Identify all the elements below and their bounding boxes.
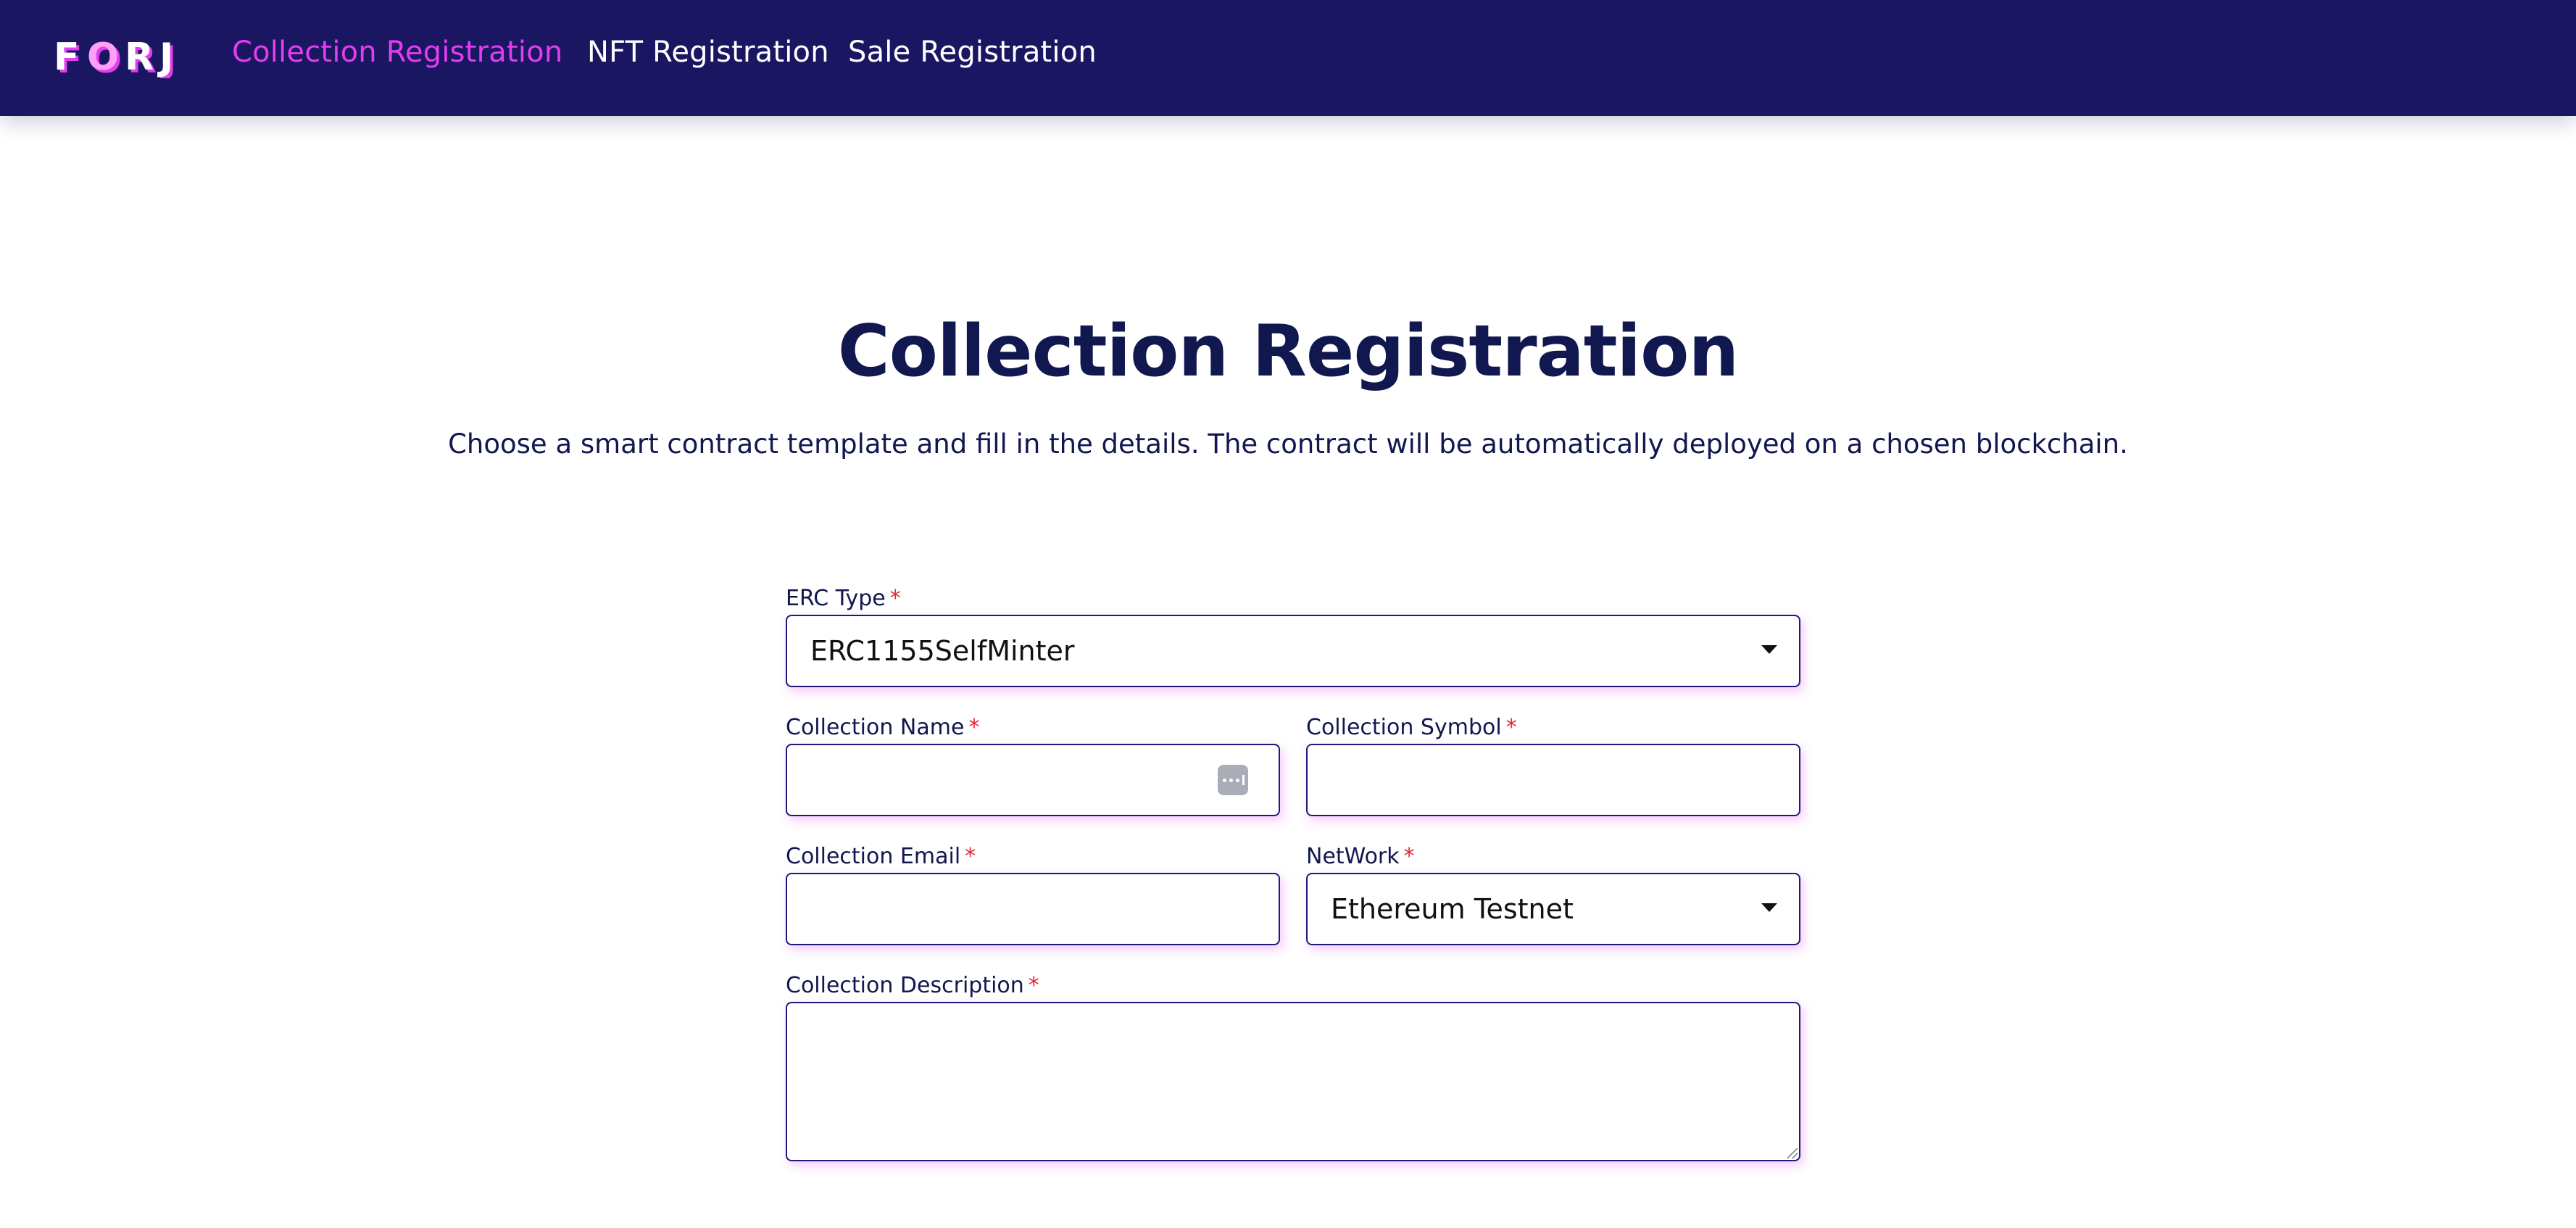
password-manager-dot (1223, 778, 1226, 782)
network-label-text: NetWork (1306, 844, 1400, 869)
password-manager-cursor (1242, 775, 1245, 785)
nav-link-nft-registration[interactable]: NFT Registration (587, 32, 829, 72)
collection-email-label: Collection Email * (786, 842, 976, 871)
required-asterisk: * (1505, 715, 1517, 740)
svg-text:F: F (54, 36, 80, 78)
required-asterisk: * (968, 715, 980, 740)
network-select[interactable]: Ethereum Testnet (1306, 873, 1800, 945)
forj-logo-graphic: F F O O R R J J (54, 36, 176, 78)
collection-symbol-input[interactable] (1306, 744, 1800, 816)
required-asterisk: * (965, 844, 976, 869)
password-manager-icon[interactable] (1218, 765, 1248, 795)
collection-description-textarea[interactable] (786, 1002, 1800, 1161)
required-asterisk: * (1403, 844, 1415, 869)
collection-description-label: Collection Description * (786, 971, 1039, 1000)
erc-type-selected-value: ERC1155SelfMinter (810, 635, 1075, 667)
erc-type-label-text: ERC Type (786, 586, 886, 611)
collection-name-input[interactable] (786, 744, 1280, 816)
collection-name-label: Collection Name * (786, 713, 979, 742)
collection-symbol-label-text: Collection Symbol (1306, 715, 1502, 740)
required-asterisk: * (889, 586, 901, 611)
network-selected-value: Ethereum Testnet (1331, 893, 1574, 925)
svg-text:O: O (87, 36, 119, 78)
required-asterisk: * (1028, 973, 1039, 998)
page-title: Collection Registration (837, 310, 1739, 393)
chevron-down-icon (1761, 903, 1777, 912)
forj-logo[interactable]: F F O O R R J J (52, 35, 197, 78)
collection-email-input[interactable] (786, 873, 1280, 945)
svg-text:J: J (157, 36, 173, 78)
nav-link-collection-registration[interactable]: Collection Registration (232, 32, 562, 72)
chevron-down-icon (1761, 645, 1777, 654)
nav-link-sale-registration[interactable]: Sale Registration (848, 32, 1097, 72)
svg-text:R: R (125, 36, 154, 78)
password-manager-dot (1229, 778, 1233, 782)
collection-symbol-label: Collection Symbol * (1306, 713, 1517, 742)
top-navbar: F F O O R R J J Collection Registration … (0, 0, 2576, 116)
page-subtitle: Choose a smart contract template and fil… (448, 428, 2128, 460)
collection-description-label-text: Collection Description (786, 973, 1024, 998)
erc-type-select[interactable]: ERC1155SelfMinter (786, 615, 1800, 687)
erc-type-label: ERC Type * (786, 584, 901, 613)
password-manager-dot (1236, 778, 1239, 782)
collection-name-label-text: Collection Name (786, 715, 965, 740)
network-label: NetWork * (1306, 842, 1415, 871)
collection-email-label-text: Collection Email (786, 844, 961, 869)
